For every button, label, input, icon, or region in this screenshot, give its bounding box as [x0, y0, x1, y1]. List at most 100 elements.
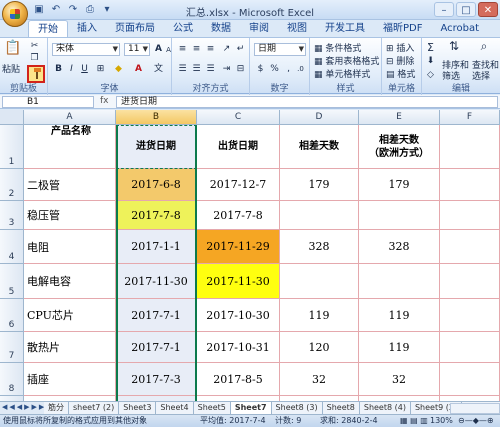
table-cell[interactable]: 32 [359, 363, 440, 396]
table-cell[interactable] [440, 169, 500, 201]
table-cell[interactable]: 2017-8-5 [197, 363, 280, 396]
table-cell[interactable]: 电阻 [24, 230, 116, 264]
table-cell[interactable]: 2017-11-30 [197, 264, 280, 299]
view-mode-icons[interactable]: ▦ ▤ ▥ [400, 415, 428, 427]
table-cell[interactable]: 119 [359, 332, 440, 363]
tab-view[interactable]: 视图 [278, 20, 316, 37]
table-cell[interactable]: 插座 [24, 363, 116, 396]
align-top-icon[interactable]: ≡ [176, 43, 189, 56]
bold-button[interactable]: B [52, 63, 65, 76]
close-icon[interactable]: ✕ [478, 2, 498, 17]
sheet-tab[interactable]: Sheet4 [156, 402, 194, 414]
table-cell[interactable]: 328 [359, 230, 440, 264]
find-select-icon[interactable]: ⌕ [476, 40, 492, 56]
table-cell[interactable] [280, 201, 359, 230]
tab-data[interactable]: 数据 [202, 20, 240, 37]
paste-button[interactable]: 粘贴 [2, 62, 20, 75]
horizontal-scrollbar[interactable] [450, 403, 500, 414]
font-size-select[interactable]: 11 ▼ [124, 43, 150, 56]
align-middle-icon[interactable]: ≡ [190, 43, 203, 56]
table-cell[interactable]: 2017-1-1 [116, 230, 197, 264]
header-cell[interactable]: 相差天数 （欧洲方式） [359, 125, 440, 169]
row-header[interactable]: 6 [0, 299, 24, 332]
table-cell[interactable]: 2017-7-3 [116, 363, 197, 396]
zoom-level[interactable]: 130% [430, 415, 453, 427]
tab-formulas[interactable]: 公式 [164, 20, 202, 37]
sheet-nav-icon[interactable]: ◀◀◀▶▶▶ [2, 403, 46, 411]
table-cell[interactable]: 2017-11-29 [197, 230, 280, 264]
table-cell[interactable] [359, 201, 440, 230]
table-cell[interactable] [440, 363, 500, 396]
decimal-icon[interactable]: .0 [294, 63, 307, 76]
fill-icon[interactable]: ⬇ [424, 55, 437, 68]
table-cell[interactable]: 散热片 [24, 332, 116, 363]
orientation-icon[interactable]: ↗ [220, 43, 233, 56]
currency-icon[interactable]: $ [254, 63, 267, 76]
fill-color-icon[interactable]: ◆ [112, 63, 125, 76]
table-cell[interactable] [440, 332, 500, 363]
table-cell[interactable]: 119 [359, 299, 440, 332]
select-all-corner[interactable] [0, 110, 24, 125]
cell-styles-button[interactable]: ▦ 单元格样式 [314, 67, 370, 80]
sort-filter-icon[interactable]: ⇅ [446, 40, 462, 56]
table-cell[interactable]: 电解电容 [24, 264, 116, 299]
row-header[interactable]: 8 [0, 363, 24, 396]
percent-icon[interactable]: % [268, 63, 281, 76]
conditional-format-button[interactable]: ▦ 条件格式 [314, 41, 361, 54]
sheet-tab[interactable]: 筋分 [44, 402, 69, 414]
number-format-select[interactable]: 日期 ▼ [254, 43, 306, 56]
header-cell[interactable]: 相差天数 [280, 125, 359, 169]
tab-page-layout[interactable]: 页面布局 [106, 20, 164, 37]
copy-icon[interactable]: ❐ [28, 52, 41, 65]
italic-button[interactable]: I [65, 63, 78, 76]
minimize-icon[interactable]: – [434, 2, 454, 17]
column-header-b[interactable]: B [116, 110, 197, 125]
header-cell[interactable]: 产品名称 [24, 125, 116, 169]
paste-icon[interactable]: 📋 [4, 41, 22, 60]
table-cell[interactable]: 328 [280, 230, 359, 264]
table-cell[interactable]: 179 [359, 169, 440, 201]
column-header-a[interactable]: A [24, 110, 116, 125]
tab-review[interactable]: 审阅 [240, 20, 278, 37]
table-cell[interactable]: 2017-12-7 [197, 169, 280, 201]
table-cell[interactable]: 2017-10-30 [197, 299, 280, 332]
table-cell[interactable]: 2017-7-8 [116, 201, 197, 230]
table-cell[interactable]: 2017-10-31 [197, 332, 280, 363]
font-color-icon[interactable]: A [132, 63, 145, 76]
header-cell[interactable]: 进货日期 [116, 125, 197, 169]
row-header[interactable]: 2 [0, 169, 24, 201]
name-box[interactable]: B1 [2, 96, 94, 108]
sheet-tab[interactable]: sheet7 (2) [69, 402, 120, 414]
sheet-tab[interactable]: Sheet8 [322, 402, 360, 414]
column-header-d[interactable]: D [280, 110, 359, 125]
fx-icon[interactable]: fx [100, 96, 109, 106]
sheet-tab[interactable]: Sheet7 [230, 402, 272, 414]
office-button[interactable] [2, 1, 28, 27]
table-cell[interactable]: 二极管 [24, 169, 116, 201]
wrap-text-icon[interactable]: ↵ [234, 43, 247, 56]
column-header-e[interactable]: E [359, 110, 440, 125]
tab-foxit-pdf[interactable]: 福昕PDF [374, 20, 431, 37]
table-cell[interactable] [440, 230, 500, 264]
phonetic-icon[interactable]: 文 [152, 63, 165, 76]
table-cell[interactable] [280, 264, 359, 299]
table-cell[interactable]: 2017-7-8 [197, 201, 280, 230]
underline-button[interactable]: U [78, 63, 91, 76]
maximize-icon[interactable]: □ [456, 2, 476, 17]
table-cell[interactable]: 32 [280, 363, 359, 396]
sheet-tab[interactable]: Sheet8 (4) [359, 402, 411, 414]
table-cell[interactable]: 179 [280, 169, 359, 201]
sheet-tab[interactable]: Sheet8 (3) [271, 402, 323, 414]
insert-button[interactable]: ⊞ 插入 [386, 41, 414, 54]
row-header[interactable]: 3 [0, 201, 24, 230]
column-header-f[interactable]: F [440, 110, 500, 125]
table-cell[interactable] [440, 299, 500, 332]
table-cell[interactable] [359, 264, 440, 299]
table-cell[interactable]: 2017-11-30 [116, 264, 197, 299]
header-cell[interactable] [440, 125, 500, 169]
row-header[interactable]: 1 [0, 125, 24, 169]
tab-insert[interactable]: 插入 [68, 20, 106, 37]
merge-center-icon[interactable]: ⊟ [234, 63, 247, 76]
align-bottom-icon[interactable]: ≡ [204, 43, 217, 56]
table-cell[interactable]: 2017-7-1 [116, 299, 197, 332]
